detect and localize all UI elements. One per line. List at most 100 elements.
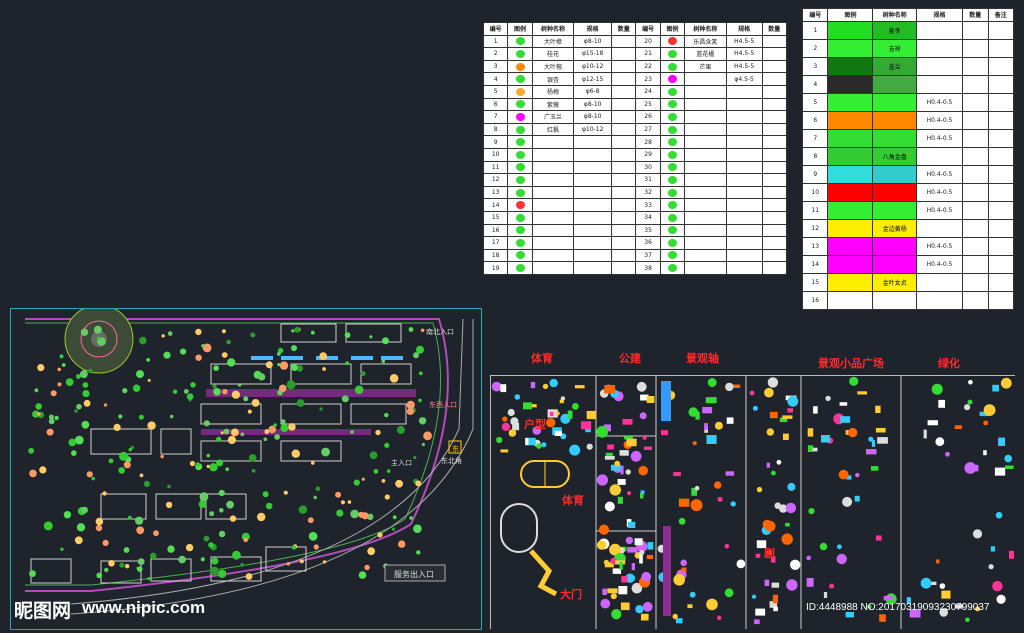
tree-symbol-icon	[667, 264, 677, 273]
table-cell	[872, 74, 917, 94]
table-cell	[987, 146, 1014, 166]
table-cell: 1	[801, 20, 829, 40]
tree-dot	[307, 517, 314, 524]
cad-block-symbol	[702, 407, 713, 414]
tree-symbol-icon	[667, 163, 677, 172]
tree-dot	[81, 420, 90, 429]
table-cell: 16	[482, 223, 509, 238]
table-cell	[659, 160, 686, 175]
table-cell: 6	[482, 97, 509, 112]
cad-block-symbol	[605, 452, 613, 456]
table-cell: 蓝花楹	[684, 47, 727, 61]
table-cell	[611, 84, 637, 99]
cad-block-symbol	[766, 462, 771, 468]
tree-dot	[391, 527, 396, 531]
table-cell: 26	[635, 110, 661, 124]
tree-dot	[409, 516, 413, 520]
tree-dot	[344, 332, 351, 338]
table-cell	[573, 210, 613, 225]
table-cell	[872, 290, 917, 310]
tree-dot	[369, 335, 373, 339]
tree-dot	[299, 559, 304, 564]
table-cell: H0.4-0.5	[915, 128, 964, 148]
tree-dot	[223, 428, 230, 435]
table-cell	[684, 185, 727, 200]
cad-block-symbol	[636, 381, 647, 392]
table-cell	[611, 210, 637, 225]
cad-block-symbol	[941, 590, 951, 599]
tree-dot	[218, 489, 225, 497]
table-cell: φ6-8	[573, 84, 613, 99]
cad-block-symbol	[995, 511, 1003, 519]
table-cell	[761, 223, 788, 238]
table-cell: 4	[482, 72, 509, 86]
table-row: 16 35	[482, 223, 788, 238]
cad-block-symbol	[569, 444, 581, 456]
table-row: 4	[801, 74, 1014, 94]
table-cell	[659, 97, 686, 112]
cad-block-symbol	[627, 521, 636, 528]
table-cell	[915, 272, 964, 292]
cad-block-symbol	[920, 577, 932, 589]
cad-block-symbol	[581, 421, 592, 430]
table-cell	[507, 84, 533, 99]
table-cell	[987, 38, 1014, 58]
table-cell: 38	[635, 261, 661, 275]
tree-symbol-icon	[667, 49, 677, 58]
table-row: 15 34	[482, 210, 788, 225]
tree-dot	[81, 506, 88, 514]
cad-block-symbol	[574, 385, 585, 389]
table-row: 10 H0.4-0.5	[801, 182, 1014, 202]
cad-block-symbol	[631, 563, 635, 571]
table-row: 3 大叶榕 φ10-12 22 芒果 H4.5-5	[482, 59, 788, 74]
table-cell	[573, 248, 613, 263]
tree-dot	[225, 467, 229, 471]
cad-block-symbol	[968, 379, 973, 385]
table-cell	[761, 84, 788, 99]
table-cell	[531, 173, 575, 187]
tree-dot	[200, 557, 205, 562]
tree-symbol-icon	[667, 251, 677, 260]
table-row: 17 36	[482, 236, 788, 250]
tree-dot	[211, 557, 219, 565]
ground-swatch	[827, 146, 874, 166]
table-row: 4 银杏 φ12-15 23 φ4.5-5	[482, 72, 788, 86]
table-cell: 11	[482, 160, 509, 175]
table-cell: 13	[801, 236, 829, 256]
table-row: 9 28	[482, 135, 788, 149]
table-cell: H0.4-0.5	[915, 164, 964, 184]
table-cell	[725, 160, 763, 175]
tree-dot	[415, 480, 422, 487]
tree-dot	[286, 562, 291, 566]
tree-dot	[353, 479, 360, 486]
table-cell	[761, 248, 788, 263]
cad-block-symbol	[787, 395, 799, 407]
tree-dot	[381, 479, 386, 483]
tree-dot	[119, 562, 125, 568]
tree-dot	[262, 491, 269, 498]
table-cell: 29	[635, 147, 661, 162]
table-cell	[725, 147, 763, 162]
tree-dot	[218, 569, 227, 578]
ground-swatch	[827, 164, 874, 184]
cad-block-symbol	[754, 619, 760, 625]
table-cell: 7	[801, 128, 829, 148]
table-cell: 15	[482, 210, 509, 225]
table-cell: 3	[801, 56, 829, 76]
cad-block-symbol	[625, 536, 634, 545]
tree-dot	[319, 352, 328, 360]
cad-block-symbol	[936, 559, 940, 564]
table-cell: H0.4-0.5	[915, 92, 964, 112]
tree-dot	[172, 389, 178, 394]
tree-dot	[308, 531, 318, 541]
tree-symbol-icon	[515, 62, 525, 71]
tree-dot	[418, 417, 427, 425]
table-cell	[987, 236, 1014, 256]
table-cell	[987, 218, 1014, 238]
tree-dot	[396, 425, 405, 434]
tree-dot	[104, 567, 109, 573]
tree-dot	[341, 395, 349, 403]
tree-dot	[358, 571, 367, 579]
ground-swatch	[827, 20, 874, 40]
cad-block-symbol	[875, 535, 882, 541]
